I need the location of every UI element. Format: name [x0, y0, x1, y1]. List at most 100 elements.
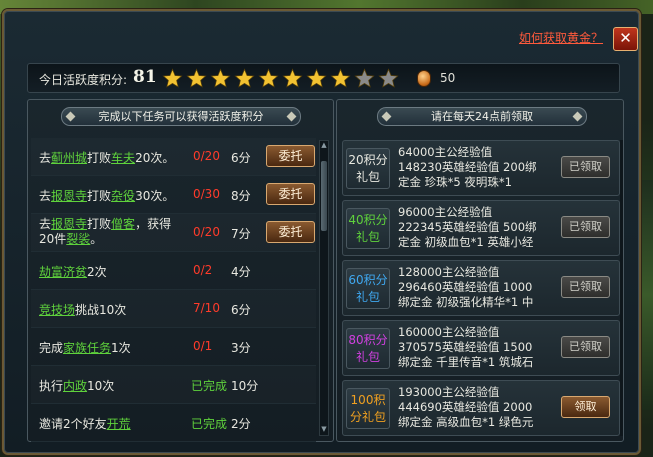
reward-line: 96000主公经验值	[398, 205, 493, 219]
task-text: 邀请2个好友	[39, 417, 107, 431]
task-link[interactable]: 僧客	[111, 217, 135, 231]
task-text: 打败	[87, 189, 112, 203]
task-points: 2分	[231, 417, 251, 431]
scroll-down-arrow-icon[interactable]: ▼	[320, 425, 328, 435]
task-description: 竞技场挑战10次	[39, 301, 126, 318]
reward-row: 20积分 礼包 64000主公经验值 148230英雄经验值 200绑 定金 珍珠*5 …	[342, 140, 620, 196]
task-progress: 已完成	[191, 379, 228, 393]
entrust-button[interactable]: 委托	[266, 221, 315, 243]
task-scrollbar[interactable]: ▲ ▼	[319, 140, 329, 436]
reward-contents: 128000主公经验值 296460英雄经验值 1000 绑定金 初级强化精华*1 …	[398, 265, 558, 313]
activity-window: 如何获取黄金？ ✕ 今日活跃度积分: 81 50 完成以下任务可以获得活跃度积分…	[2, 9, 641, 455]
task-progress: 0/20	[193, 225, 220, 239]
task-progress: 已完成	[191, 417, 228, 431]
task-text: 1次	[111, 341, 131, 355]
reward-list: 20积分 礼包 64000主公经验值 148230英雄经验值 200绑 定金 珍珠*5 …	[342, 140, 620, 440]
reward-line: 148230英雄经验值 200绑	[398, 160, 537, 174]
reward-line: 222345英雄经验值 500绑	[398, 220, 537, 234]
task-link[interactable]: 开荒	[107, 417, 131, 431]
reward-panel: 请在每天24点前领取 20积分礼包 64000主公经验值 148230英雄经验值 2…	[336, 99, 624, 442]
reward-row: 100积分礼包 193000主公经验值 444690英雄经验值 2000 绑定金 高级…	[342, 380, 620, 436]
task-link[interactable]: 裂裟	[66, 232, 90, 246]
task-points: 4分	[231, 265, 251, 279]
task-description: 劫富济贫2次	[39, 263, 107, 280]
task-points: 6分	[231, 303, 251, 317]
task-text: 去	[39, 189, 52, 203]
reward-scrollbar[interactable]	[620, 140, 623, 436]
reward-tier-label: 礼包	[355, 170, 380, 184]
task-link[interactable]: 车夫	[111, 151, 135, 165]
task-description: 去蓟州城打败车夫20次。	[39, 149, 174, 166]
reward-contents: 96000主公经验值 222345英雄经验值 500绑 定金 初级血包*1 英雄小经	[398, 205, 558, 253]
task-row: 邀请2个好友开荒 已完成 2分	[31, 404, 316, 442]
task-text: 执行	[39, 379, 64, 393]
task-text: 完成	[39, 341, 64, 355]
task-text: 10次	[87, 379, 115, 393]
coin-icon	[417, 70, 431, 87]
task-text: 挑战10次	[75, 303, 127, 317]
scroll-up-arrow-icon[interactable]: ▲	[320, 141, 328, 151]
claimed-button: 已领取	[561, 216, 610, 238]
reward-panel-title: 请在每天24点前领取	[377, 107, 587, 126]
task-panel: 完成以下任务可以获得活跃度积分 去蓟州城打败车夫20次。 0/20 6分 委托 去报恩寺…	[27, 99, 334, 442]
task-row: 劫富济贫2次 0/2 4分	[31, 252, 316, 290]
claimed-button: 已领取	[561, 276, 610, 298]
star-filled-icon	[162, 68, 183, 88]
task-link[interactable]: 蓟州城	[51, 151, 87, 165]
reward-tier-label: 20积分	[348, 153, 388, 167]
reward-line: 绑定金 高级血包*1 绿色元	[398, 415, 534, 429]
task-text: 2次	[87, 265, 107, 279]
reward-tier-badge: 80积分 礼包	[346, 328, 390, 369]
reward-tier-label: 分礼包	[349, 410, 386, 424]
task-progress: 7/10	[193, 301, 220, 315]
reward-row: 80积分 礼包 160000主公经验值 370575英雄经验值 1500 绑定金 千里传…	[342, 320, 620, 376]
reward-line: 64000主公经验值	[398, 145, 493, 159]
side-chat-strip	[640, 180, 653, 410]
task-link[interactable]: 竞技场	[39, 303, 75, 317]
task-link[interactable]: 报恩寺	[51, 189, 87, 203]
star-filled-icon	[258, 68, 279, 88]
task-link[interactable]: 劫富济贫	[39, 265, 87, 279]
star-rating	[162, 68, 399, 89]
task-link[interactable]: 家族任务	[63, 341, 111, 355]
reward-tier-label: 100积	[350, 393, 386, 407]
task-row: 去报恩寺打败杂役30次。 0/30 8分 委托	[31, 176, 316, 214]
reward-line: 绑定金 初级强化精华*1 中	[398, 295, 534, 309]
reward-line: 296460英雄经验值 1000	[398, 280, 533, 294]
reward-line: 160000主公经验值	[398, 325, 500, 339]
reward-tier-label: 60积分	[348, 273, 388, 287]
star-filled-icon	[234, 68, 255, 88]
task-progress: 0/30	[193, 187, 220, 201]
reward-tier-label: 礼包	[355, 290, 380, 304]
activity-score-bar: 今日活跃度积分: 81 50	[27, 63, 620, 93]
task-row: 去报恩寺打败僧客，获得20件裂裟。 0/20 7分 委托	[31, 214, 316, 252]
task-link[interactable]: 杂役	[111, 189, 135, 203]
task-text: 去	[39, 217, 52, 231]
coin-value: 50	[440, 71, 456, 85]
star-empty-icon	[354, 68, 375, 88]
claimed-button: 已领取	[561, 156, 610, 178]
claimed-button: 已领取	[561, 336, 610, 358]
task-description: 执行内政10次	[39, 377, 114, 394]
claim-button[interactable]: 领取	[561, 396, 610, 418]
close-button[interactable]: ✕	[613, 27, 638, 51]
task-description: 去报恩寺打败杂役30次。	[39, 187, 174, 204]
star-filled-icon	[306, 68, 327, 88]
task-link[interactable]: 内政	[63, 379, 87, 393]
scroll-thumb[interactable]	[321, 161, 327, 231]
entrust-button[interactable]: 委托	[266, 145, 315, 167]
task-text: 。	[90, 232, 103, 246]
task-link[interactable]: 报恩寺	[51, 217, 87, 231]
reward-line: 128000主公经验值	[398, 265, 500, 279]
star-filled-icon	[282, 68, 303, 88]
how-to-get-gold-link[interactable]: 如何获取黄金？	[519, 29, 603, 46]
task-progress: 0/1	[193, 339, 213, 353]
reward-contents: 160000主公经验值 370575英雄经验值 1500 绑定金 千里传音*1 筑城…	[398, 325, 558, 373]
reward-tier-label: 40积分	[348, 213, 388, 227]
reward-contents: 193000主公经验值 444690英雄经验值 2000 绑定金 高级血包*1 绿色…	[398, 385, 558, 433]
task-text: 去	[39, 151, 52, 165]
reward-tier-badge: 20积分礼包	[346, 148, 390, 189]
task-progress: 0/2	[193, 263, 213, 277]
entrust-button[interactable]: 委托	[266, 183, 315, 205]
reward-line: 定金 初级血包*1 英雄小经	[398, 235, 534, 249]
